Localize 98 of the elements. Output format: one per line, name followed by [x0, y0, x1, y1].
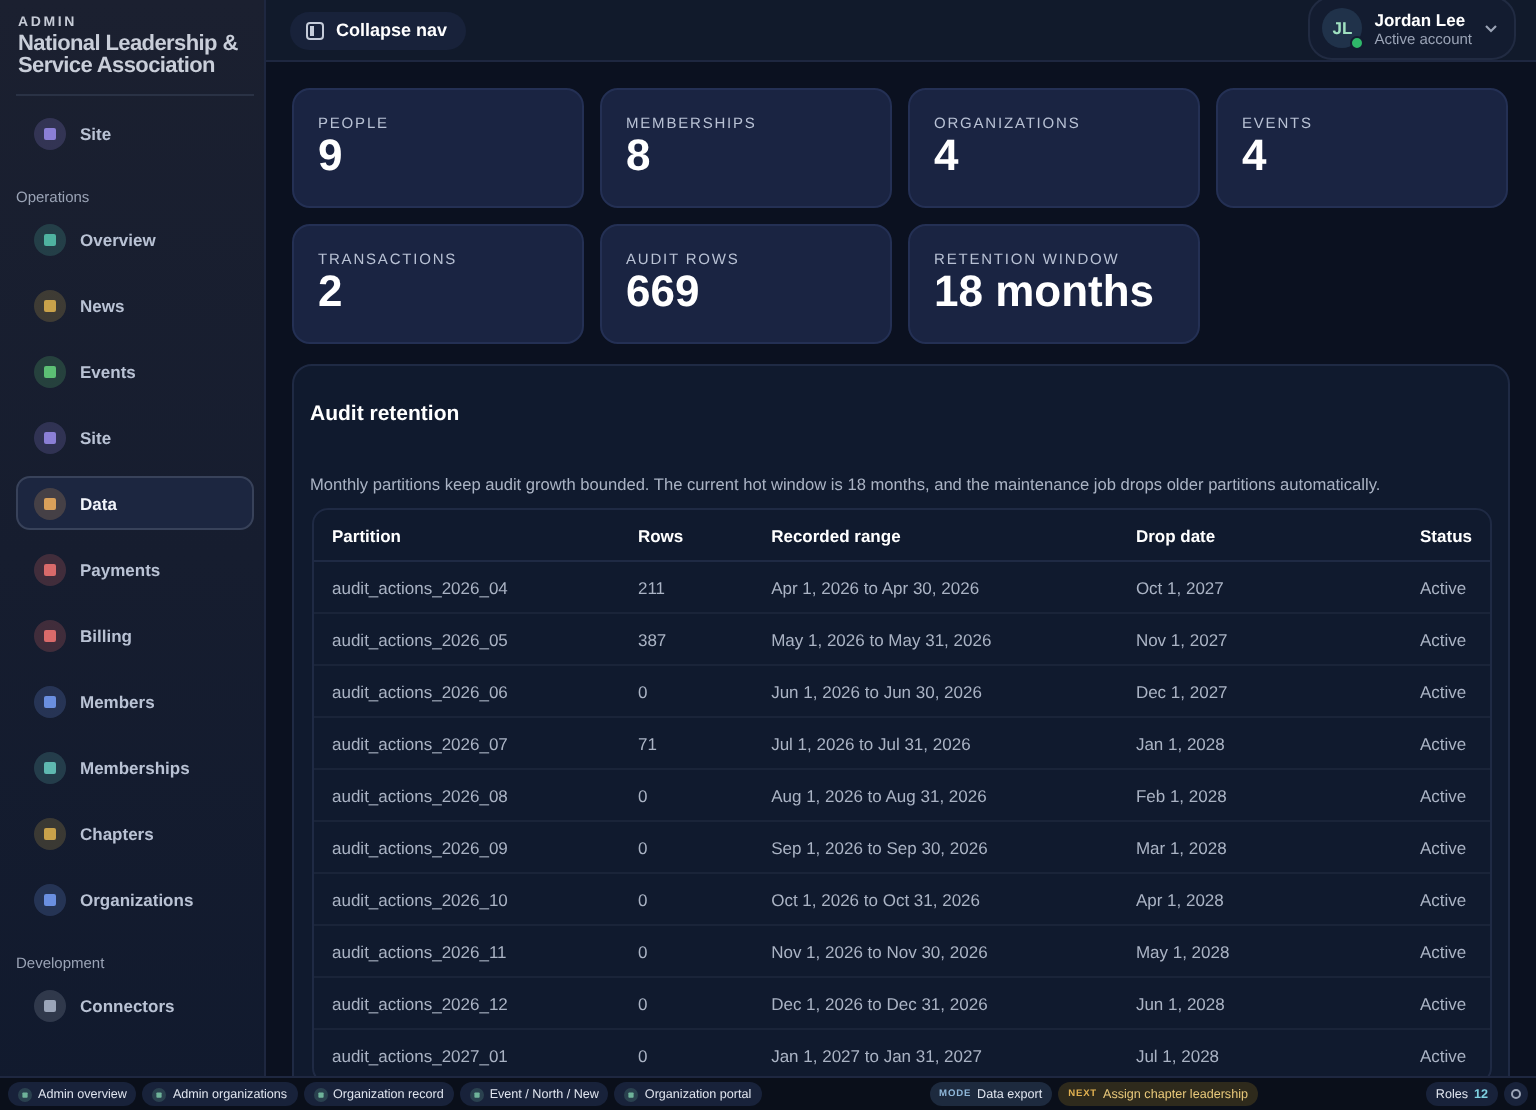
- tile-icon: [34, 619, 66, 651]
- table-cell: audit_actions_2026_08: [314, 770, 620, 822]
- sidebar-item[interactable]: Payments: [16, 542, 254, 596]
- table-cell: Oct 1, 2027: [1117, 562, 1403, 614]
- sidebar-item[interactable]: Data: [16, 476, 254, 530]
- table-cell: 211: [619, 562, 754, 614]
- table-cell: May 1, 2026 to May 31, 2026: [753, 614, 1118, 666]
- table-cell: Active: [1402, 614, 1490, 666]
- column-header: Partition: [314, 510, 620, 562]
- tile-icon: [34, 289, 66, 321]
- table-cell: audit_actions_2026_10: [314, 874, 620, 926]
- table-cell: audit_actions_2026_04: [314, 562, 620, 614]
- table-cell: Active: [1402, 978, 1490, 1030]
- table-cell: Aug 1, 2026 to Aug 31, 2026: [753, 770, 1118, 822]
- collapse-nav-button[interactable]: Collapse nav: [290, 11, 466, 49]
- table-cell: Nov 1, 2027: [1117, 614, 1403, 666]
- sidebar-item[interactable]: News: [16, 278, 254, 332]
- stat-value: 669: [626, 268, 702, 316]
- column-header: Status: [1402, 510, 1490, 562]
- table-cell: 0: [619, 926, 754, 978]
- table-cell: Nov 1, 2026 to Nov 30, 2026: [753, 926, 1118, 978]
- tile-icon: [34, 883, 66, 915]
- table-cell: audit_actions_2026_07: [314, 718, 620, 770]
- tile-icon: [34, 421, 66, 453]
- table-cell: 387: [619, 614, 754, 666]
- settings-icon: [1510, 1088, 1523, 1100]
- sidebar-item[interactable]: Site: [16, 106, 254, 160]
- panel-description: Monthly partitions keep audit growth bounded. The current hot window is 18 months, and the maintenance job drops older partitions automatically.: [310, 474, 1383, 494]
- stat-value: 4: [1242, 132, 1269, 180]
- stat-value: 18 months: [934, 268, 1157, 316]
- table-cell: audit_actions_2026_05: [314, 614, 620, 666]
- stat-value: 8: [626, 132, 653, 180]
- column-header: Recorded range: [753, 510, 1118, 562]
- tile-icon: [313, 1087, 328, 1101]
- tile-icon: [34, 117, 66, 149]
- stat-value: 4: [934, 132, 961, 180]
- sidebar-item[interactable]: Billing: [16, 608, 254, 662]
- sidebar-item[interactable]: Chapters: [16, 806, 254, 860]
- user-name: Jordan Lee: [1374, 9, 1468, 29]
- tile-icon: [152, 1087, 167, 1101]
- table-cell: Active: [1402, 562, 1490, 614]
- table-cell: Jul 1, 2026 to Jul 31, 2026: [753, 718, 1118, 770]
- sidebar-item[interactable]: Overview: [16, 212, 254, 266]
- table-cell: Active: [1402, 666, 1490, 718]
- table-cell: Active: [1402, 822, 1490, 874]
- table-cell: Feb 1, 2028: [1117, 770, 1403, 822]
- tile-icon: [34, 685, 66, 717]
- column-header: Rows: [619, 510, 754, 562]
- table-cell: Dec 1, 2027: [1117, 666, 1403, 718]
- tile-icon: [34, 817, 66, 849]
- tile-icon: [34, 223, 66, 255]
- sidebar-icon: [306, 21, 324, 39]
- sidebar-item[interactable]: Memberships: [16, 740, 254, 794]
- table-cell: Mar 1, 2028: [1117, 822, 1403, 874]
- table-cell: Oct 1, 2026 to Oct 31, 2026: [753, 874, 1118, 926]
- avatar: JL: [1322, 8, 1363, 48]
- table-cell: Sep 1, 2026 to Sep 30, 2026: [753, 822, 1118, 874]
- tile-icon: [34, 487, 66, 519]
- table-cell: audit_actions_2026_06: [314, 666, 620, 718]
- sidebar-item[interactable]: Events: [16, 344, 254, 398]
- table-cell: Apr 1, 2026 to Apr 30, 2026: [753, 562, 1118, 614]
- table-cell: audit_actions_2026_09: [314, 822, 620, 874]
- table-cell: Active: [1402, 874, 1490, 926]
- sidebar-item[interactable]: Connectors: [16, 978, 254, 1032]
- table-cell: audit_actions_2026_11: [314, 926, 620, 978]
- table-cell: Apr 1, 2028: [1117, 874, 1403, 926]
- table-cell: 0: [619, 874, 754, 926]
- table-cell: Jun 1, 2026 to Jun 30, 2026: [753, 666, 1118, 718]
- table-cell: 0: [619, 978, 754, 1030]
- table-cell: Jun 1, 2028: [1117, 978, 1403, 1030]
- tile-icon: [34, 355, 66, 387]
- panel-title: Audit retention: [310, 402, 462, 426]
- table-cell: 0: [619, 822, 754, 874]
- column-header: Drop date: [1117, 510, 1403, 562]
- table-cell: Dec 1, 2026 to Dec 31, 2026: [753, 978, 1118, 1030]
- tile-icon: [469, 1087, 484, 1101]
- chevron-down-icon: [1484, 23, 1498, 33]
- tile-icon: [34, 989, 66, 1021]
- table-cell: May 1, 2028: [1117, 926, 1403, 978]
- table-cell: Active: [1402, 718, 1490, 770]
- stat-value: 9: [318, 132, 345, 180]
- tile-icon: [624, 1087, 639, 1101]
- tile-icon: [34, 751, 66, 783]
- sidebar-item[interactable]: Site: [16, 410, 254, 464]
- tile-icon: [18, 1087, 32, 1101]
- sidebar-item[interactable]: Members: [16, 674, 254, 728]
- table-cell: 0: [619, 770, 754, 822]
- table-cell: Active: [1402, 926, 1490, 978]
- table-cell: 0: [619, 666, 754, 718]
- organization-name: National Leadership & Service Association: [18, 34, 240, 78]
- table-cell: 71: [619, 718, 754, 770]
- stat-value: 2: [318, 268, 345, 316]
- tile-icon: [34, 553, 66, 585]
- sidebar-item[interactable]: Organizations: [16, 872, 254, 926]
- table-cell: Jan 1, 2028: [1117, 718, 1403, 770]
- table-cell: audit_actions_2026_12: [314, 978, 620, 1030]
- table-cell: Active: [1402, 770, 1490, 822]
- settings-button[interactable]: [1504, 1082, 1529, 1106]
